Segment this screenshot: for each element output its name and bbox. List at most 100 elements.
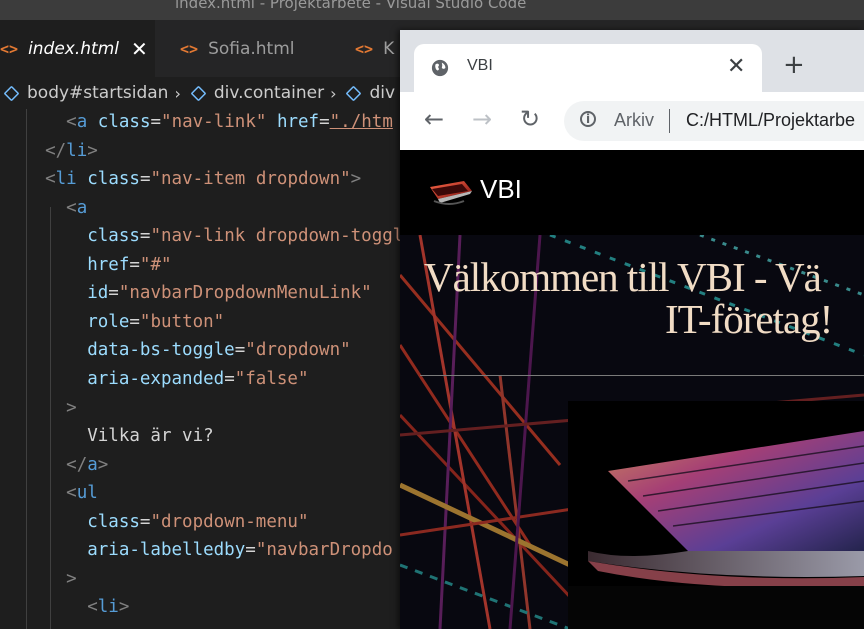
reload-button[interactable]: ↻ bbox=[516, 105, 544, 133]
code-line[interactable]: aria-expanded="false" bbox=[24, 365, 309, 393]
code-icon: <> bbox=[180, 39, 199, 58]
new-tab-button[interactable]: + bbox=[783, 52, 805, 78]
code-token: < bbox=[87, 597, 98, 618]
breadcrumb-item[interactable]: body#startsidan bbox=[0, 83, 168, 103]
tab-sofia-html[interactable]: <> Sofia.html bbox=[180, 20, 330, 77]
code-line[interactable]: > bbox=[24, 565, 77, 593]
code-token: aria-expanded bbox=[87, 368, 225, 389]
code-token: class bbox=[87, 169, 140, 190]
code-editor[interactable]: <a class="nav-link" href="./htm </li> <l… bbox=[0, 109, 400, 629]
address-url[interactable]: C:/HTML/Projektarbe bbox=[686, 110, 855, 131]
code-line[interactable]: </a> bbox=[24, 451, 108, 479]
tab-index-html[interactable]: <> index.html ✕ bbox=[0, 20, 155, 77]
forward-button[interactable]: → bbox=[468, 105, 496, 133]
tab-label: K bbox=[383, 38, 395, 59]
code-line[interactable]: > bbox=[24, 394, 77, 422]
code-token: "nav-link" bbox=[161, 112, 267, 132]
code-line[interactable]: aria-labelledby="navbarDropdo bbox=[24, 536, 393, 564]
code-icon: <> bbox=[0, 39, 19, 58]
code-line[interactable]: Vilka är vi? bbox=[24, 422, 213, 450]
code-line[interactable]: <a bbox=[24, 194, 87, 222]
divider bbox=[420, 375, 864, 376]
breadcrumb-item[interactable]: div bbox=[342, 83, 395, 103]
close-tab-icon[interactable]: ✕ bbox=[727, 54, 745, 79]
code-token: "navbarDropdo bbox=[255, 540, 393, 561]
code-token: > bbox=[118, 597, 130, 618]
browser-tab[interactable]: VBI ✕ bbox=[414, 44, 762, 92]
divider bbox=[669, 109, 670, 133]
hero-title-line-2: IT-företag! bbox=[665, 296, 833, 342]
chevron-right-icon: › bbox=[174, 83, 181, 103]
code-line[interactable]: <ul bbox=[24, 479, 98, 507]
code-token: a bbox=[87, 454, 98, 475]
code-token: ul bbox=[76, 483, 98, 504]
breadcrumb-label: div bbox=[369, 83, 396, 103]
code-token: = bbox=[139, 169, 151, 190]
window-title: index.html - Projektarbete - Visual Stud… bbox=[175, 0, 527, 12]
breadcrumb-item[interactable]: div.container bbox=[187, 83, 324, 103]
element-icon bbox=[346, 85, 362, 101]
code-line[interactable]: data-bs-toggle="dropdown" bbox=[24, 336, 350, 364]
code-line[interactable]: </li> bbox=[24, 137, 98, 165]
code-token: li bbox=[66, 140, 88, 161]
code-line[interactable]: <li> bbox=[24, 593, 129, 621]
code-token: </ bbox=[66, 454, 88, 475]
code-token: "nav-link dropdown-toggle bbox=[150, 226, 400, 247]
address-bar[interactable]: i Arkiv C:/HTML/Projektarbe bbox=[564, 101, 864, 141]
code-token: = bbox=[108, 283, 119, 304]
info-icon[interactable]: i bbox=[580, 111, 596, 127]
vbi-logo-icon[interactable] bbox=[424, 177, 474, 207]
code-token: a bbox=[76, 197, 88, 218]
close-tab-icon[interactable]: ✕ bbox=[131, 37, 148, 61]
element-icon bbox=[3, 85, 20, 101]
code-token: = bbox=[245, 540, 256, 561]
code-line[interactable]: class="dropdown-menu" bbox=[24, 508, 308, 536]
hero-section: Välkommen till VBI - Vä IT-företag! bbox=[400, 235, 864, 629]
code-line[interactable]: <li class="nav-item dropdown"> bbox=[24, 165, 361, 193]
code-token: </ bbox=[45, 140, 67, 161]
code-token: role bbox=[87, 311, 130, 332]
code-line[interactable]: <a class="nav-link" href="./htm bbox=[24, 109, 393, 136]
browser-toolbar: ← → ↻ i Arkiv C:/HTML/Projektarbe bbox=[400, 92, 864, 151]
tab-label: index.html bbox=[28, 38, 119, 59]
site-brand[interactable]: VBI bbox=[480, 174, 522, 205]
back-button[interactable]: ← bbox=[420, 105, 448, 133]
code-token: href bbox=[276, 112, 320, 132]
code-line[interactable]: id="navbarDropdownMenuLink" bbox=[24, 279, 372, 307]
code-line[interactable]: href="#" bbox=[24, 251, 171, 279]
code-token: id bbox=[87, 283, 109, 304]
code-line[interactable]: class="nav-link dropdown-toggle bbox=[24, 222, 400, 250]
code-token: "nav-item dropdown" bbox=[150, 169, 351, 190]
tab-label: Sofia.html bbox=[208, 38, 295, 59]
code-token: < bbox=[66, 112, 77, 132]
code-token: data-bs-toggle bbox=[87, 340, 235, 361]
chevron-right-icon: › bbox=[330, 83, 337, 103]
address-scheme-label: Arkiv bbox=[614, 110, 654, 130]
breadcrumb-label: div.container bbox=[213, 83, 325, 103]
code-token: a bbox=[76, 112, 88, 132]
breadcrumb-label: body#startsidan bbox=[27, 83, 169, 103]
code-token: > bbox=[87, 140, 98, 161]
code-line[interactable]: role="button" bbox=[24, 308, 224, 336]
code-token: aria-labelledby bbox=[87, 540, 246, 561]
code-token: = bbox=[234, 340, 246, 361]
laptop-photo bbox=[568, 401, 864, 629]
code-token: "navbarDropdownMenuLink" bbox=[118, 283, 372, 304]
code-token: "false" bbox=[234, 368, 309, 389]
browser-window: VBI ✕ + ← → ↻ i Arkiv C:/HTML/Projektarb… bbox=[400, 30, 864, 629]
globe-icon bbox=[431, 59, 449, 77]
code-token: = bbox=[139, 511, 151, 532]
